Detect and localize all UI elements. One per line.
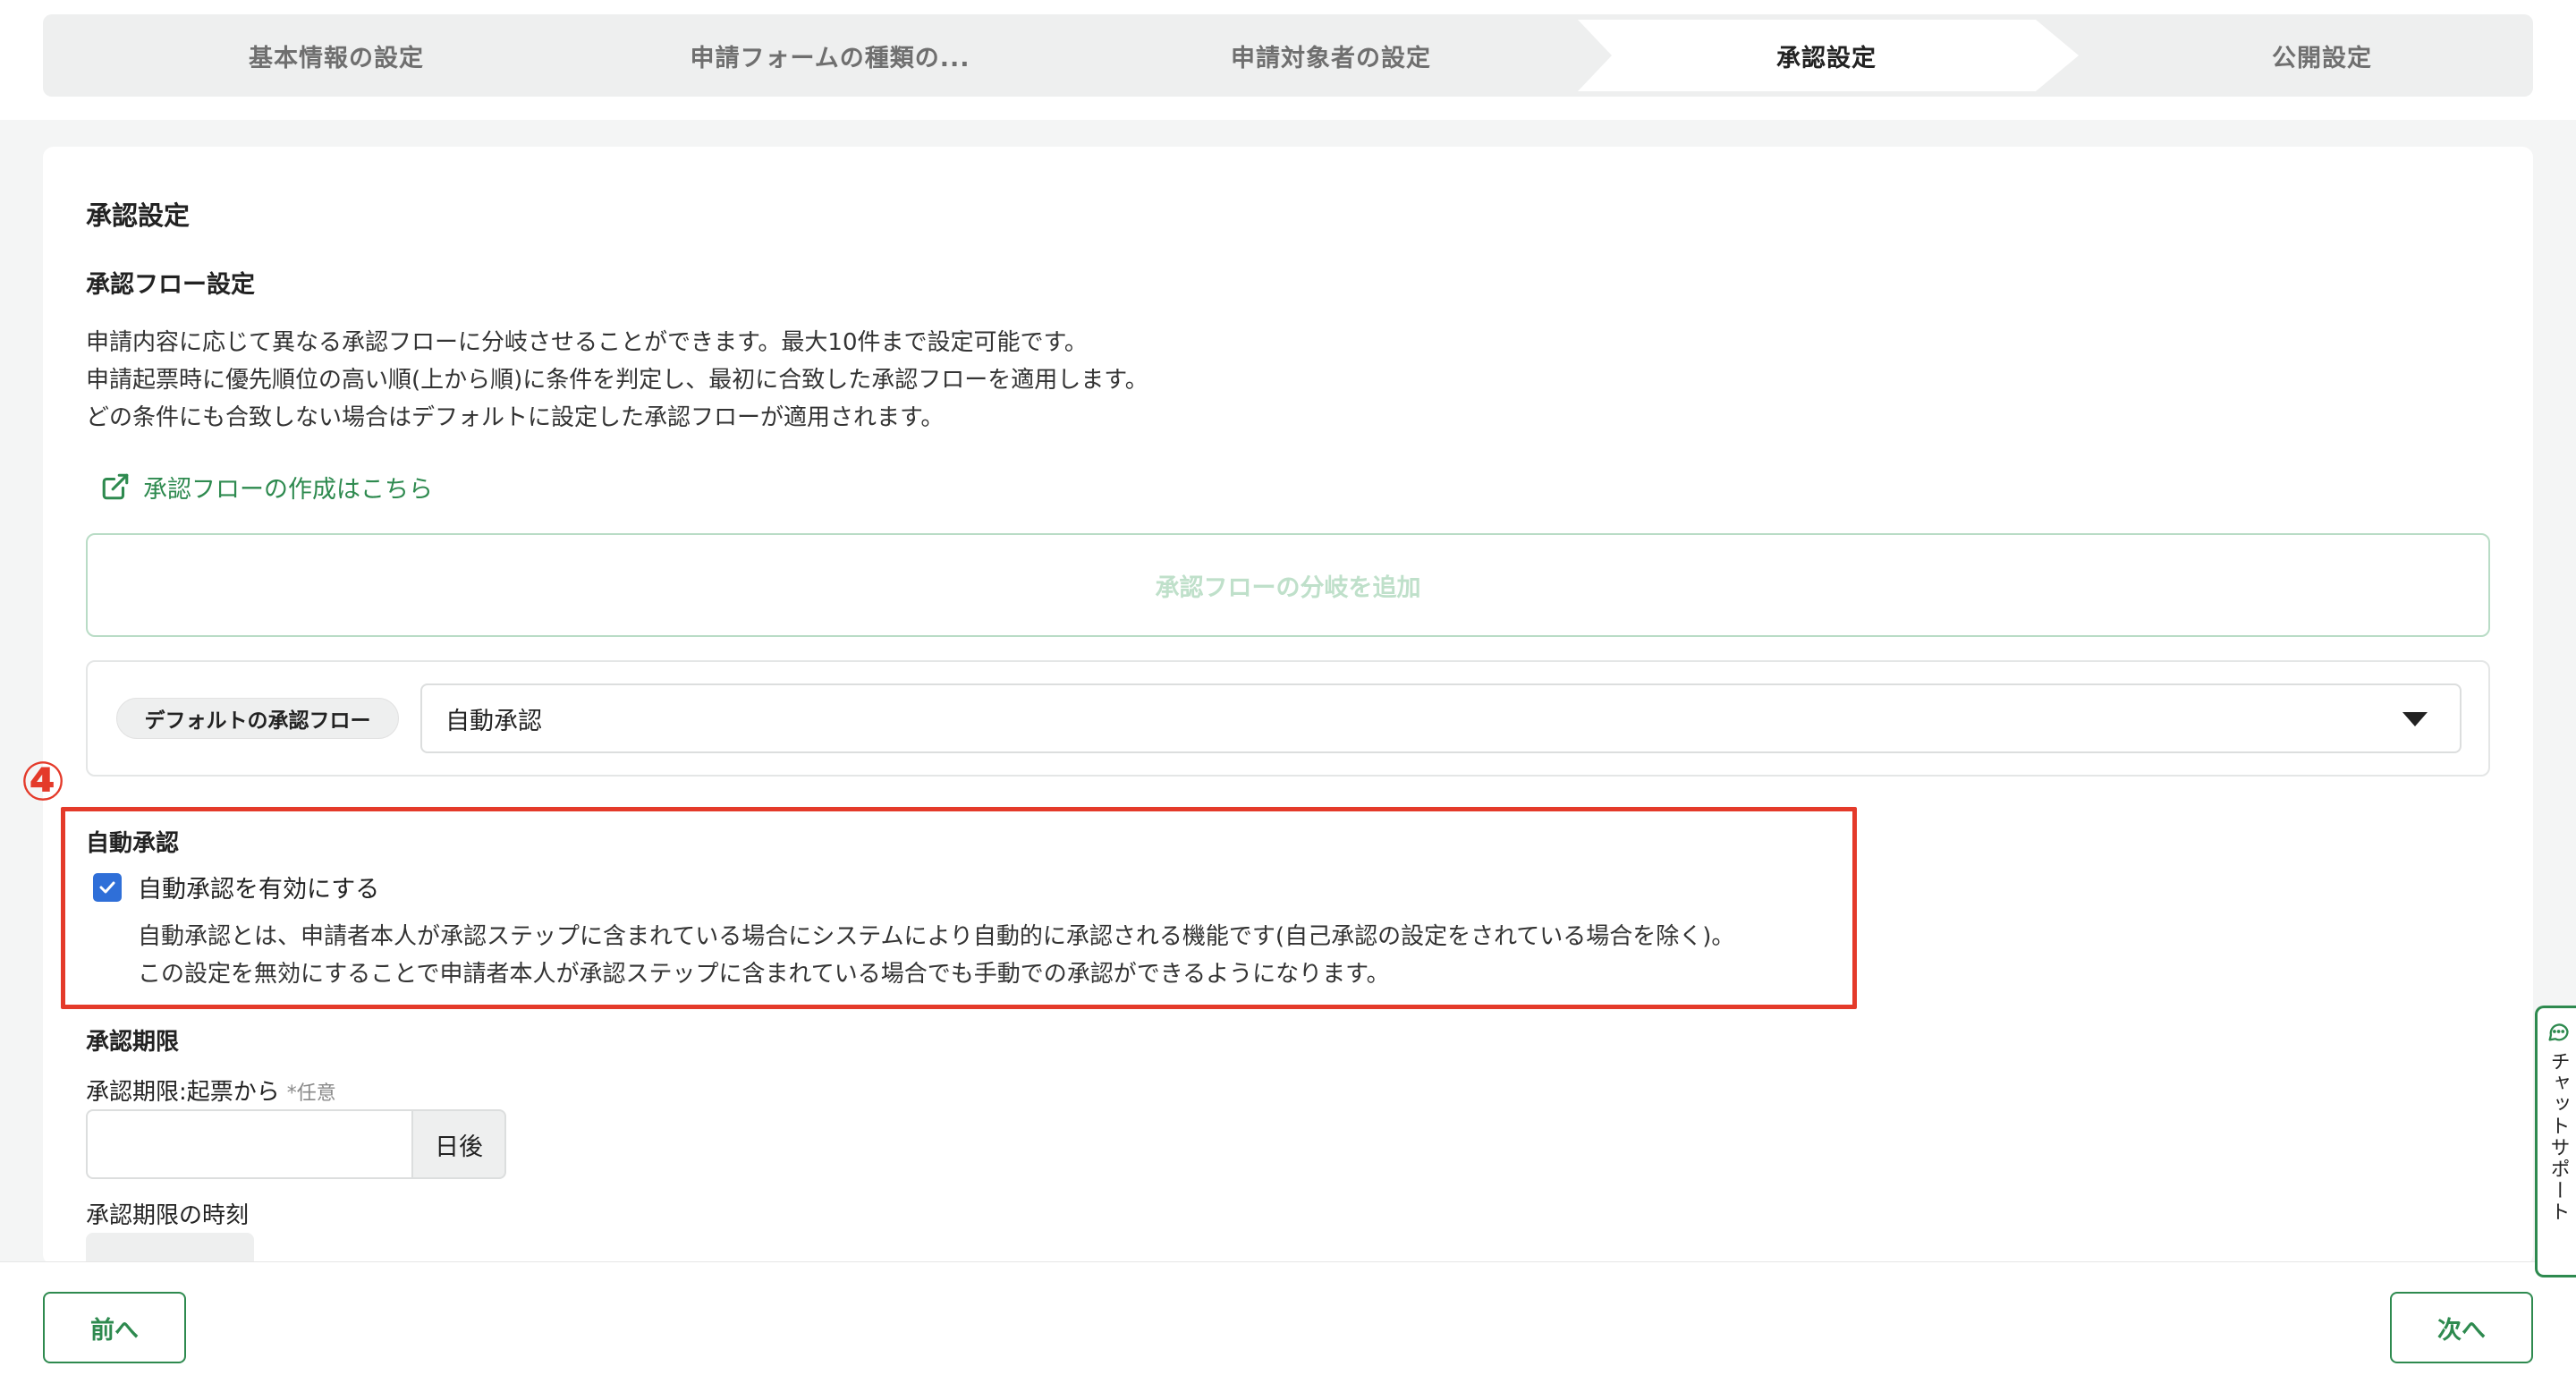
next-button[interactable]: 次へ bbox=[2390, 1292, 2533, 1363]
default-flow-chip: デフォルトの承認フロー bbox=[116, 698, 399, 739]
stepper-container: 基本情報の設定 申請フォームの種類の... 申請対象者の設定 承認設定 公開設定 bbox=[0, 0, 2576, 120]
deadline-time-label: 承認期限の時刻 bbox=[86, 1202, 250, 1229]
step-basic-info[interactable]: 基本情報の設定 bbox=[88, 14, 585, 97]
check-icon bbox=[99, 881, 115, 894]
footer-bar bbox=[0, 1261, 2576, 1392]
optional-mark: *任意 bbox=[286, 1082, 336, 1105]
external-link-icon bbox=[102, 473, 129, 500]
page-title: 承認設定 bbox=[86, 200, 191, 231]
flow-description-line-1: 申請内容に応じて異なる承認フローに分岐させることができます。最大10件まで設定可… bbox=[86, 329, 1088, 356]
auto-approval-checkbox[interactable] bbox=[93, 873, 122, 902]
chat-bubble-icon bbox=[2548, 1023, 2569, 1041]
step-target-users[interactable]: 申請対象者の設定 bbox=[1082, 14, 1580, 97]
create-flow-link-text: 承認フローの作成はこちら bbox=[143, 475, 433, 504]
flow-section-title: 承認フロー設定 bbox=[86, 271, 255, 299]
deadline-title: 承認期限 bbox=[86, 1029, 180, 1056]
auto-approval-description-line-1: 自動承認とは、申請者本人が承認ステップに含まれている場合にシステムにより自動的に… bbox=[138, 923, 1735, 950]
auto-approval-description-line-2: この設定を無効にすることで申請者本人が承認ステップに含まれている場合でも手動での… bbox=[138, 961, 1390, 988]
deadline-field-label-text: 承認期限:起票から bbox=[86, 1079, 280, 1106]
default-flow-select[interactable]: 自動承認 bbox=[420, 683, 2462, 753]
create-flow-link[interactable]: 承認フローの作成はこちら bbox=[100, 469, 433, 505]
callout-number: ④ bbox=[20, 751, 66, 813]
step-approval-settings[interactable]: 承認設定 bbox=[1578, 14, 2075, 97]
add-branch-button[interactable]: 承認フローの分岐を追加 bbox=[86, 533, 2490, 637]
caret-down-icon bbox=[2402, 712, 2428, 726]
flow-description-line-3: どの条件にも合致しない場合はデフォルトに設定した承認フローが適用されます。 bbox=[86, 404, 945, 431]
deadline-days-input[interactable] bbox=[86, 1109, 413, 1179]
flow-description-line-2: 申請起票時に優先順位の高い順(上から順)に条件を判定し、最初に合致した承認フロー… bbox=[86, 367, 1148, 394]
step-publish-settings[interactable]: 公開設定 bbox=[2073, 14, 2533, 97]
auto-approval-title: 自動承認 bbox=[86, 830, 180, 857]
chat-support-tab[interactable]: チャットサポート bbox=[2535, 1006, 2576, 1277]
auto-approval-checkbox-label[interactable]: 自動承認を有効にする bbox=[138, 870, 379, 904]
stepper: 基本情報の設定 申請フォームの種類の... 申請対象者の設定 承認設定 公開設定 bbox=[43, 14, 2533, 97]
deadline-days-suffix: 日後 bbox=[411, 1109, 506, 1179]
chat-support-label: チャットサポート bbox=[2546, 1051, 2570, 1223]
prev-button[interactable]: 前へ bbox=[43, 1292, 186, 1363]
step-form-type[interactable]: 申請フォームの種類の... bbox=[581, 14, 1079, 97]
deadline-field-label: 承認期限:起票から *任意 bbox=[86, 1074, 336, 1107]
default-flow-selected-value: 自動承認 bbox=[445, 707, 542, 735]
